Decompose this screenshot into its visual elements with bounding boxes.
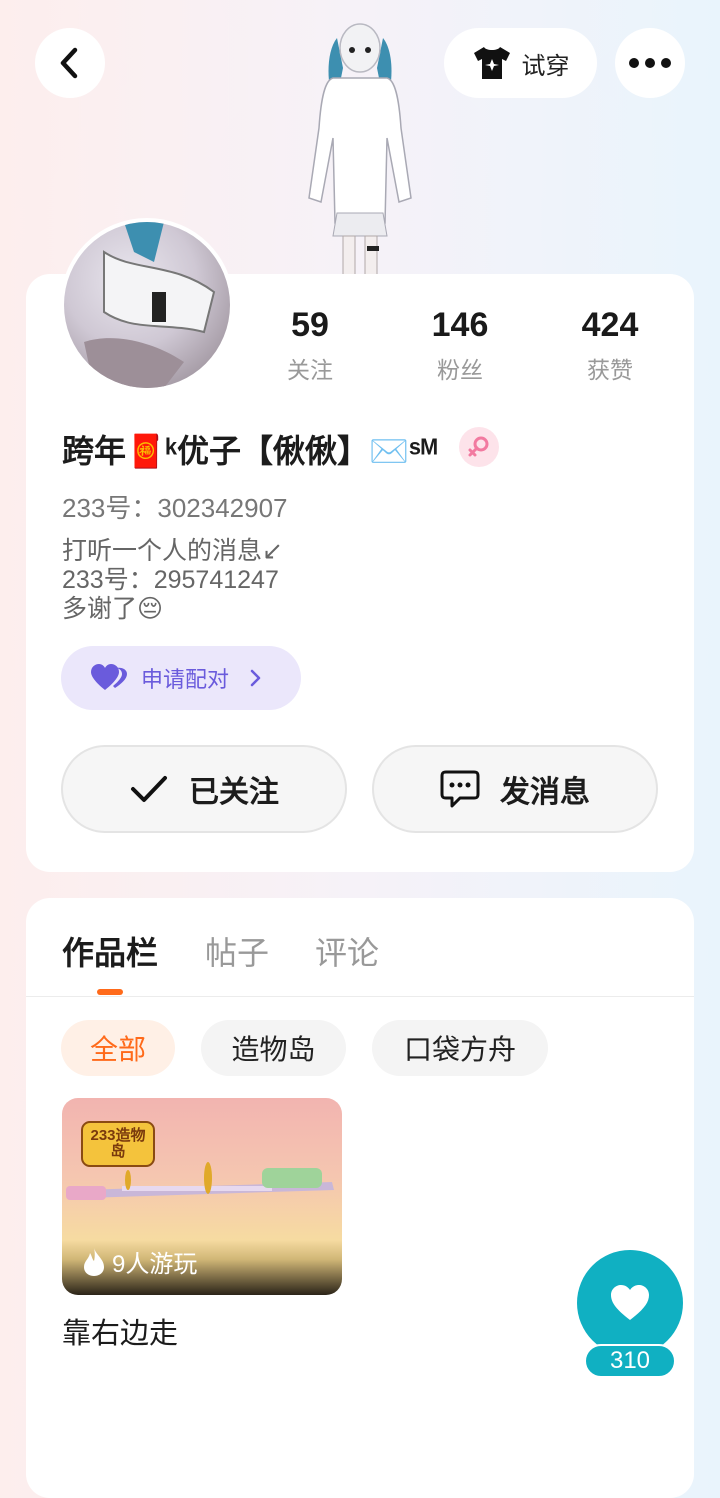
flame-icon	[84, 1247, 104, 1276]
avatar-figure	[285, 8, 435, 277]
filter-chip-all[interactable]: 全部	[61, 1020, 175, 1076]
chevron-right-icon	[250, 669, 261, 687]
tab-works[interactable]: 作品栏	[62, 928, 158, 974]
like-count-badge: 310	[584, 1344, 676, 1378]
try-on-button[interactable]: 试穿	[444, 28, 597, 98]
bio: 打听一个人的消息↙ 233号：295741247 多谢了😔	[62, 537, 283, 623]
checkmark-icon	[131, 776, 167, 802]
tshirt-icon	[473, 47, 510, 79]
female-gender-icon	[459, 427, 499, 467]
more-button[interactable]	[615, 28, 685, 98]
stat-likes[interactable]: 424 获赞	[540, 306, 680, 385]
back-button[interactable]	[35, 28, 105, 98]
avatar[interactable]	[60, 218, 234, 392]
send-message-button[interactable]: 发消息	[372, 745, 658, 833]
filter-chip-pocket-ark[interactable]: 口袋方舟	[372, 1020, 548, 1076]
stat-fans-label: 粉丝	[437, 357, 483, 383]
filter-chip-creation-island[interactable]: 造物岛	[201, 1020, 346, 1076]
avatar-image	[64, 222, 230, 388]
tab-comments[interactable]: 评论	[315, 928, 379, 974]
stat-following-label: 关注	[287, 357, 333, 383]
work-card[interactable]: 233造物岛 9人游玩	[62, 1098, 342, 1295]
tab-posts[interactable]: 帖子	[205, 928, 269, 974]
followed-label: 已关注	[189, 776, 279, 809]
work-title[interactable]: 靠右边走	[62, 1310, 178, 1352]
apply-pair-button[interactable]: 申请配对	[61, 646, 301, 710]
chat-bubble-icon	[440, 770, 480, 808]
more-dots-icon	[629, 58, 671, 68]
stat-likes-value: 424	[581, 306, 639, 344]
stat-fans[interactable]: 146 粉丝	[390, 306, 530, 385]
send-message-label: 发消息	[500, 776, 590, 809]
play-count: 9人游玩	[82, 1244, 197, 1279]
stat-following-value: 59	[291, 306, 329, 344]
stat-following[interactable]: 59 关注	[240, 306, 380, 385]
heart-icon	[611, 1285, 649, 1320]
play-count-label: 9人游玩	[112, 1251, 198, 1278]
game-logo: 233造物岛	[90, 1127, 146, 1160]
followed-button[interactable]: 已关注	[61, 745, 347, 833]
chevron-left-icon	[60, 47, 78, 79]
tab-indicator	[97, 989, 123, 995]
user-id: 233号：302342907	[62, 493, 288, 523]
nickname: 跨年🧧ᵏ优子【偢偢】✉️ˢᴹ	[62, 433, 438, 469]
stat-fans-value: 146	[431, 306, 489, 344]
try-on-label: 试穿	[521, 52, 570, 80]
like-fab[interactable]	[577, 1250, 683, 1356]
double-heart-icon	[91, 664, 127, 690]
apply-pair-label: 申请配对	[141, 667, 230, 692]
tab-divider	[26, 996, 694, 997]
stat-likes-label: 获赞	[587, 357, 633, 383]
